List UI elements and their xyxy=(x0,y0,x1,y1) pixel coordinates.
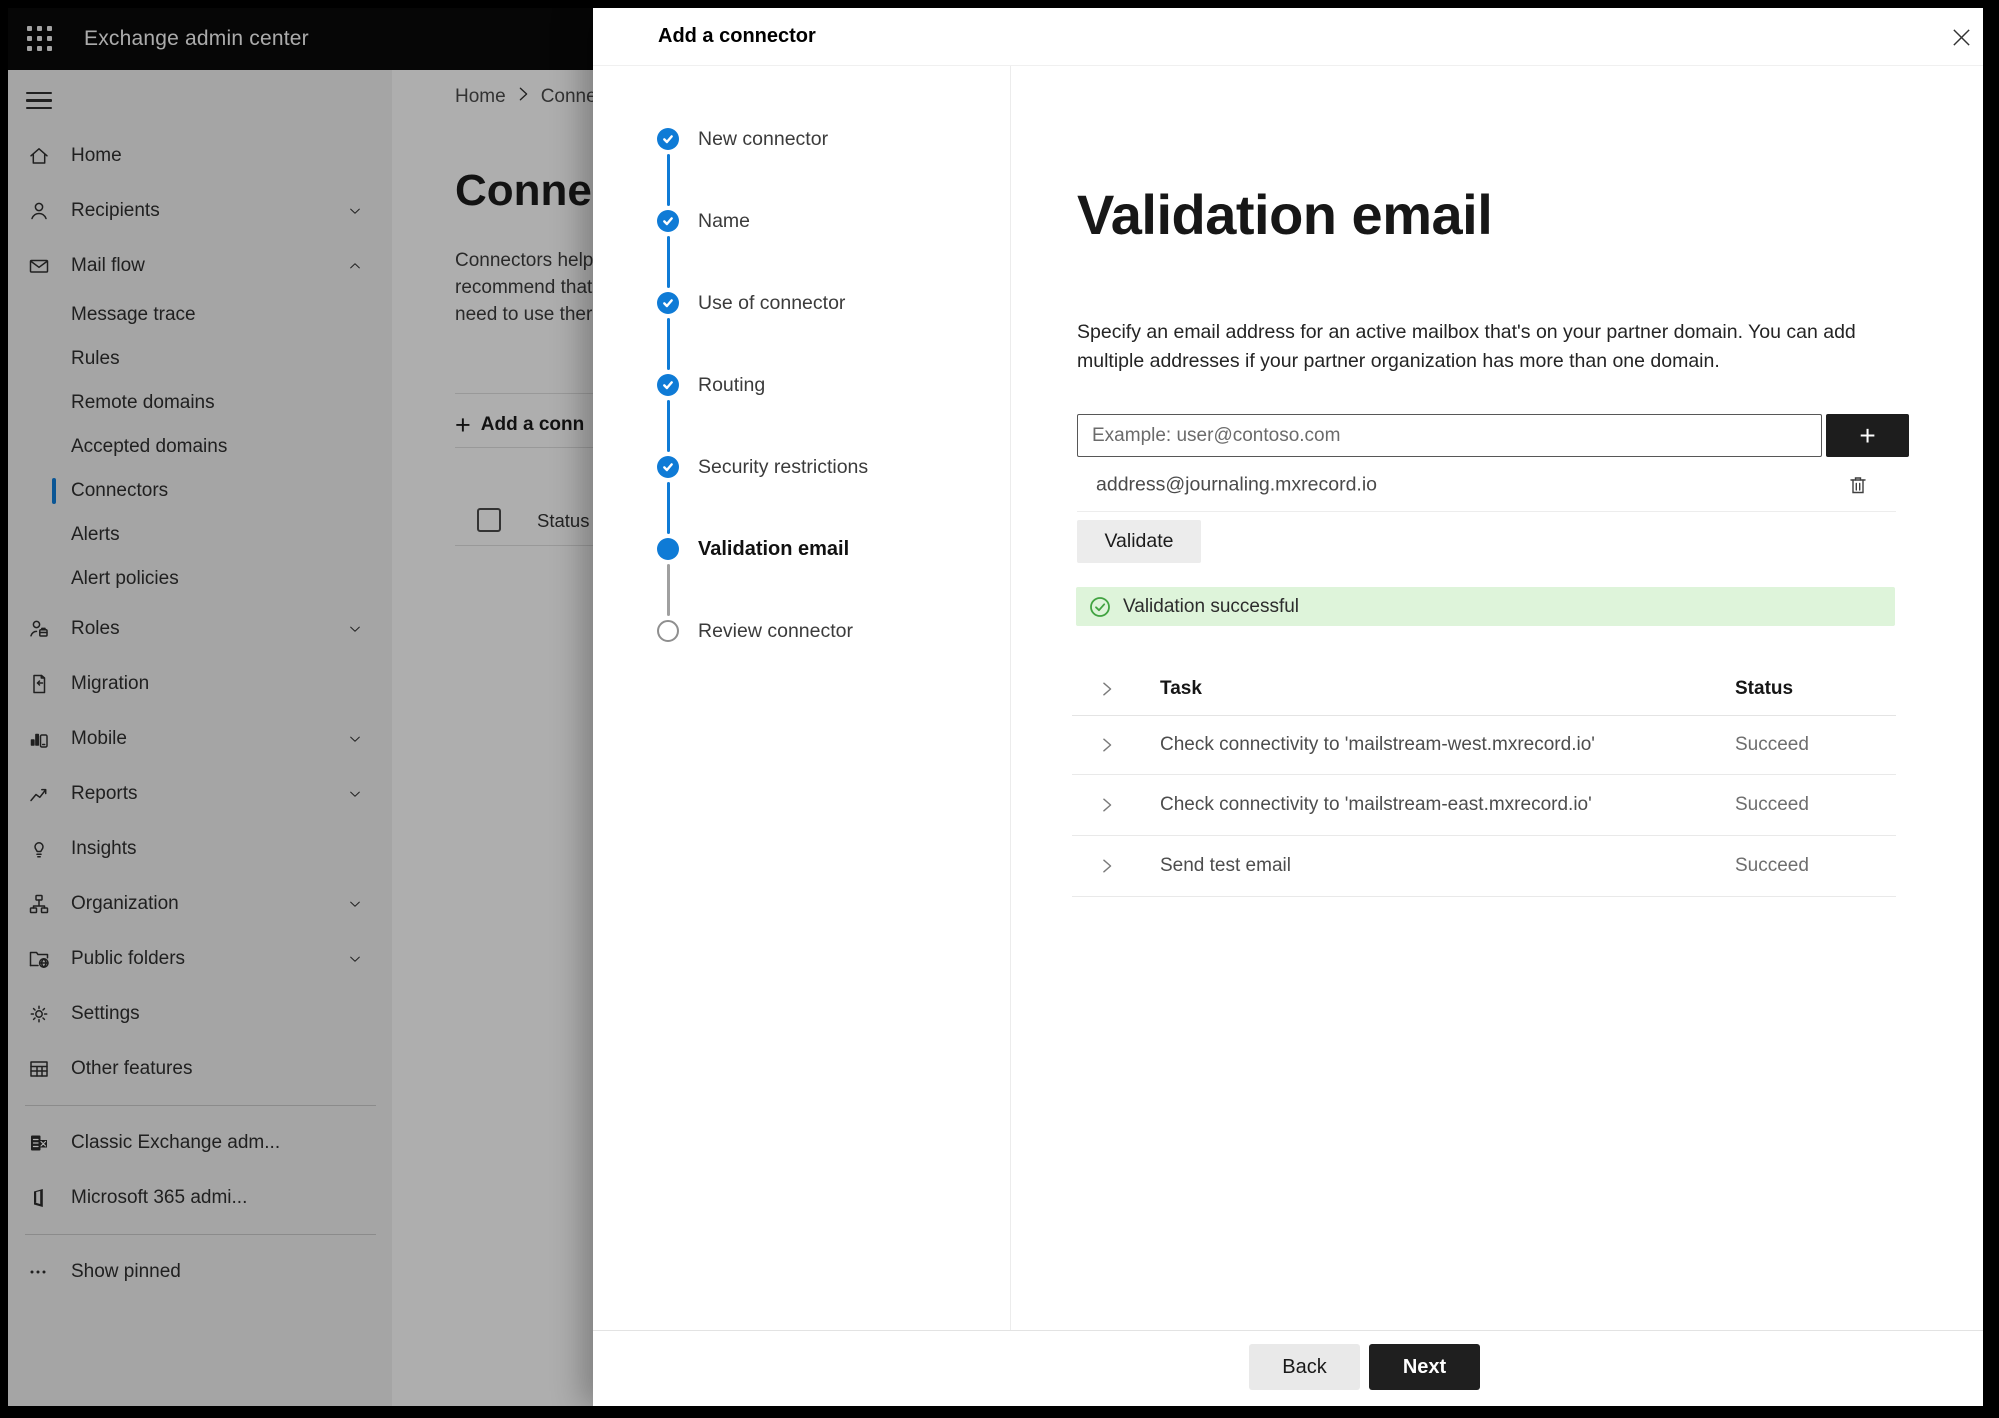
dialog-footer: Back Next xyxy=(593,1330,1983,1406)
divider xyxy=(1077,511,1896,512)
wizard-step-dot-use-of-connector[interactable] xyxy=(657,292,679,314)
wizard-step-connector xyxy=(666,318,670,370)
task-cell: Check connectivity to 'mailstream-west.m… xyxy=(1160,734,1595,755)
wizard-step-label-validation-email[interactable]: Validation email xyxy=(698,538,849,560)
task-cell: Task xyxy=(1160,678,1202,699)
table-row[interactable]: Check connectivity to 'mailstream-east.m… xyxy=(1072,775,1896,836)
wizard-step-connector xyxy=(666,564,670,616)
wizard-step-connector xyxy=(666,400,670,452)
add-connector-dialog: Add a connector New connector Name Use of … xyxy=(593,8,1983,1406)
step-description: Specify an email address for an active m… xyxy=(1077,321,1856,372)
next-button[interactable]: Next xyxy=(1369,1344,1480,1390)
validate-button[interactable]: Validate xyxy=(1077,520,1201,563)
wizard-step-dot-review-connector[interactable] xyxy=(657,620,679,642)
wizard-step-dot-routing[interactable] xyxy=(657,374,679,396)
table-row[interactable]: Send test email Succeed xyxy=(1072,836,1896,897)
close-icon[interactable] xyxy=(1947,23,1975,51)
table-header-row: Task Status xyxy=(1072,663,1896,716)
wizard-step-label-name[interactable]: Name xyxy=(698,210,750,232)
status-cell: Status xyxy=(1735,678,1794,699)
wizard-step-dot-new-connector[interactable] xyxy=(657,128,679,150)
trash-icon[interactable] xyxy=(1847,474,1869,496)
status-cell: Succeed xyxy=(1735,855,1809,876)
wizard-step-label-new-connector[interactable]: New connector xyxy=(698,128,828,150)
wizard-steps: New connector Name Use of connector Routing… xyxy=(593,8,1010,1406)
chevron-right-icon[interactable] xyxy=(1072,858,1160,874)
wizard-step-label-routing[interactable]: Routing xyxy=(698,374,765,396)
status-cell: Succeed xyxy=(1735,734,1809,755)
validation-results-table: Task Status Check connectivity to 'mailstr… xyxy=(1072,663,1896,897)
success-check-icon xyxy=(1089,596,1111,618)
banner-text: Validation successful xyxy=(1123,595,1300,617)
wizard-step-label-security-restrictions[interactable]: Security restrictions xyxy=(698,456,868,478)
chevron-right-icon[interactable] xyxy=(1072,681,1160,697)
wizard-step-label-use-of-connector[interactable]: Use of connector xyxy=(698,292,845,314)
back-button[interactable]: Back xyxy=(1249,1344,1360,1390)
wizard-step-dot-validation-email[interactable] xyxy=(657,538,679,560)
wizard-step-connector xyxy=(666,482,670,534)
wizard-step-label-review-connector[interactable]: Review connector xyxy=(698,620,853,642)
chevron-right-icon[interactable] xyxy=(1072,797,1160,813)
task-cell: Check connectivity to 'mailstream-east.m… xyxy=(1160,794,1592,815)
chevron-right-icon[interactable] xyxy=(1072,737,1160,753)
validation-success-banner: Validation successful xyxy=(1076,587,1895,626)
status-cell: Succeed xyxy=(1735,794,1809,815)
step-heading: Validation email xyxy=(1077,183,1493,246)
email-input[interactable] xyxy=(1077,414,1822,457)
task-cell: Send test email xyxy=(1160,855,1291,876)
wizard-step-connector xyxy=(666,154,670,206)
wizard-step-dot-name[interactable] xyxy=(657,210,679,232)
vertical-divider xyxy=(1010,66,1011,1330)
add-address-button[interactable]: + xyxy=(1826,414,1909,457)
wizard-step-dot-security-restrictions[interactable] xyxy=(657,456,679,478)
address-value: address@journaling.mxrecord.io xyxy=(1096,473,1378,496)
modal-overlay[interactable] xyxy=(8,8,593,1406)
wizard-step-connector xyxy=(666,236,670,288)
screen: Exchange admin center Home Recipients Mail… xyxy=(8,8,1983,1406)
email-entry-row: + xyxy=(1077,414,1909,457)
address-list-item: address@journaling.mxrecord.io xyxy=(1077,463,1909,507)
table-row[interactable]: Check connectivity to 'mailstream-west.m… xyxy=(1072,716,1896,775)
